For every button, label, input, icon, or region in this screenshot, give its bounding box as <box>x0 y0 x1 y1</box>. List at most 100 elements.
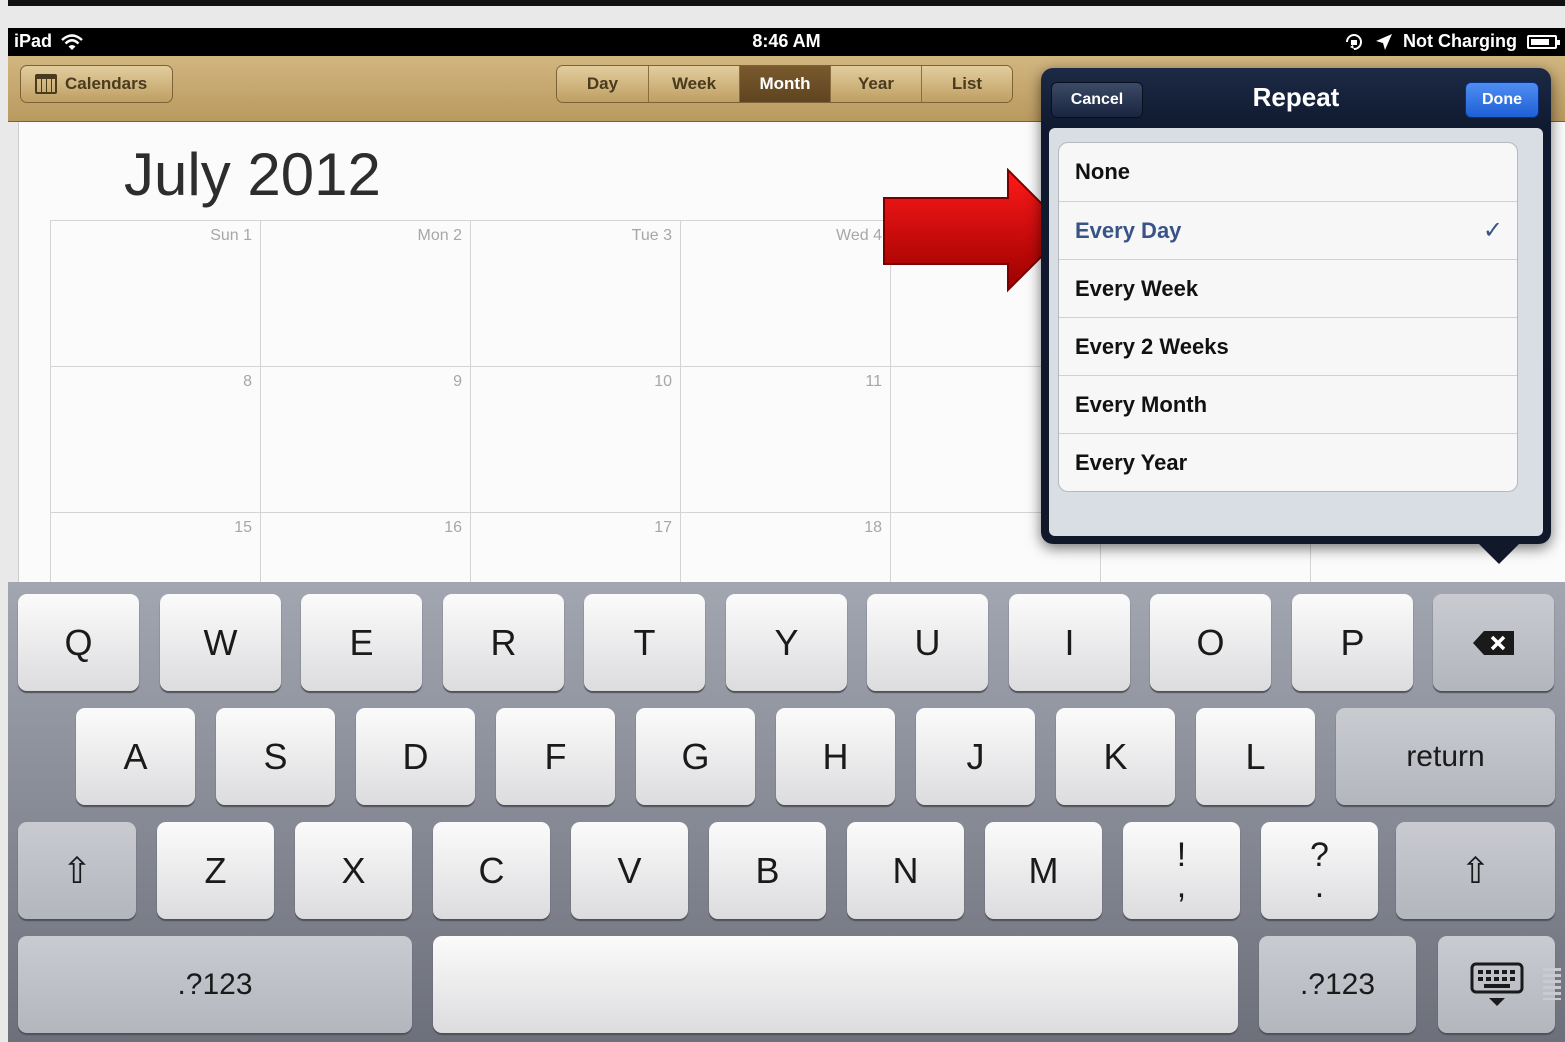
status-time: 8:46 AM <box>752 31 821 51</box>
day-label: Sun 1 <box>210 227 252 244</box>
key-lower-char: . <box>1314 866 1325 905</box>
checkmark-icon: ✓ <box>1482 217 1503 244</box>
key-o[interactable]: O <box>1150 594 1271 691</box>
day-cell[interactable]: Sun 1 <box>50 220 260 366</box>
repeat-options-list: None Every Day ✓ Every Week Every 2 Week… <box>1058 142 1518 492</box>
key-z[interactable]: Z <box>157 822 274 919</box>
repeat-option-every-month[interactable]: Every Month <box>1059 375 1517 433</box>
numbers-key-right[interactable]: .?123 <box>1259 936 1416 1033</box>
location-icon <box>1376 33 1392 50</box>
key-p[interactable]: P <box>1292 594 1413 691</box>
key-exclaim-comma[interactable]: !, <box>1123 822 1240 919</box>
view-segmented-control: Day Week Month Year List <box>556 65 1013 103</box>
option-label: Every 2 Weeks <box>1075 333 1229 359</box>
day-cell[interactable]: 10 <box>470 366 680 512</box>
key-s[interactable]: S <box>216 708 335 805</box>
option-label: Every Week <box>1075 275 1199 301</box>
option-label: Every Day <box>1075 217 1182 243</box>
shift-key-left[interactable]: ⇧ <box>18 822 136 919</box>
done-button[interactable]: Done <box>1465 82 1539 118</box>
shift-key-right[interactable]: ⇧ <box>1396 822 1555 919</box>
key-i[interactable]: I <box>1009 594 1130 691</box>
option-label: None <box>1075 159 1130 184</box>
option-label: Every Year <box>1075 449 1188 475</box>
key-upper-char: ? <box>1310 835 1329 874</box>
repeat-option-every-day[interactable]: Every Day ✓ <box>1059 201 1517 259</box>
key-d[interactable]: D <box>356 708 475 805</box>
repeat-option-every-week[interactable]: Every Week <box>1059 259 1517 317</box>
key-k[interactable]: K <box>1056 708 1175 805</box>
day-label: 18 <box>864 519 882 536</box>
day-label: 8 <box>243 373 252 390</box>
key-r[interactable]: R <box>443 594 564 691</box>
key-q[interactable]: Q <box>18 594 139 691</box>
key-m[interactable]: M <box>985 822 1102 919</box>
key-question-period[interactable]: ?. <box>1261 822 1378 919</box>
backspace-key[interactable] <box>1433 594 1554 691</box>
day-cell[interactable]: 8 <box>50 366 260 512</box>
key-j[interactable]: J <box>916 708 1035 805</box>
day-cell[interactable]: Tue 3 <box>470 220 680 366</box>
numbers-key-left[interactable]: .?123 <box>18 936 412 1033</box>
key-u[interactable]: U <box>867 594 988 691</box>
return-key[interactable]: return <box>1336 708 1555 805</box>
shift-icon: ⇧ <box>61 849 93 891</box>
tab-list[interactable]: List <box>921 66 1012 102</box>
day-label: 16 <box>444 519 462 536</box>
key-lower-char: , <box>1176 866 1187 905</box>
key-n[interactable]: N <box>847 822 964 919</box>
day-cell[interactable]: Mon 2 <box>260 220 470 366</box>
key-b[interactable]: B <box>709 822 826 919</box>
day-label: Mon 2 <box>417 227 462 244</box>
key-t[interactable]: T <box>584 594 705 691</box>
repeat-option-every-year[interactable]: Every Year <box>1059 433 1517 491</box>
repeat-option-none[interactable]: None <box>1059 143 1517 201</box>
tab-week[interactable]: Week <box>648 66 739 102</box>
tab-year[interactable]: Year <box>830 66 921 102</box>
space-key[interactable] <box>433 936 1238 1033</box>
shift-icon: ⇧ <box>1460 849 1491 891</box>
option-label: Every Month <box>1075 391 1208 417</box>
key-x[interactable]: X <box>295 822 412 919</box>
day-cell[interactable]: Wed 4 <box>680 220 890 366</box>
tab-day[interactable]: Day <box>557 66 648 102</box>
key-e[interactable]: E <box>301 594 422 691</box>
repeat-option-every-2-weeks[interactable]: Every 2 Weeks <box>1059 317 1517 375</box>
lock-rotation-icon <box>1346 33 1362 50</box>
key-upper-char: ! <box>1176 835 1187 874</box>
repeat-popover: Cancel Repeat Done None Every Day ✓ Ever… <box>1041 68 1551 564</box>
key-w[interactable]: W <box>160 594 281 691</box>
day-label: 10 <box>654 373 672 390</box>
hide-keyboard-key[interactable] <box>1438 936 1555 1033</box>
day-label: 9 <box>453 373 462 390</box>
status-bar: iPad 8:46 AM Not Charging <box>8 28 1565 56</box>
resize-grip <box>1543 968 1561 1000</box>
day-label: Tue 3 <box>631 227 672 244</box>
month-title: July 2012 <box>124 141 381 208</box>
backspace-icon <box>1472 630 1514 655</box>
key-v[interactable]: V <box>571 822 688 919</box>
calendars-label: Calendars <box>65 74 148 93</box>
calendars-button[interactable]: Calendars <box>20 65 173 103</box>
key-a[interactable]: A <box>76 708 195 805</box>
key-l[interactable]: L <box>1196 708 1315 805</box>
day-cell[interactable]: 9 <box>260 366 470 512</box>
frame-border <box>0 0 1565 6</box>
key-h[interactable]: H <box>776 708 895 805</box>
calendar-icon <box>35 74 57 94</box>
tab-month[interactable]: Month <box>739 66 830 102</box>
day-label: 11 <box>865 373 882 390</box>
key-f[interactable]: F <box>496 708 615 805</box>
key-c[interactable]: C <box>433 822 550 919</box>
frame-border-left <box>0 0 8 1042</box>
charging-status: Not Charging <box>1403 31 1517 51</box>
key-g[interactable]: G <box>636 708 755 805</box>
key-y[interactable]: Y <box>726 594 847 691</box>
day-label: 15 <box>234 519 252 536</box>
day-label: Wed 4 <box>836 227 882 244</box>
onscreen-keyboard: Q W E R T Y U I O P A S D F G H J K L re… <box>8 582 1565 1042</box>
battery-icon <box>1527 34 1560 49</box>
keyboard-hide-icon <box>1470 962 1523 1006</box>
day-label: 17 <box>654 519 672 536</box>
day-cell[interactable]: 11 <box>680 366 890 512</box>
